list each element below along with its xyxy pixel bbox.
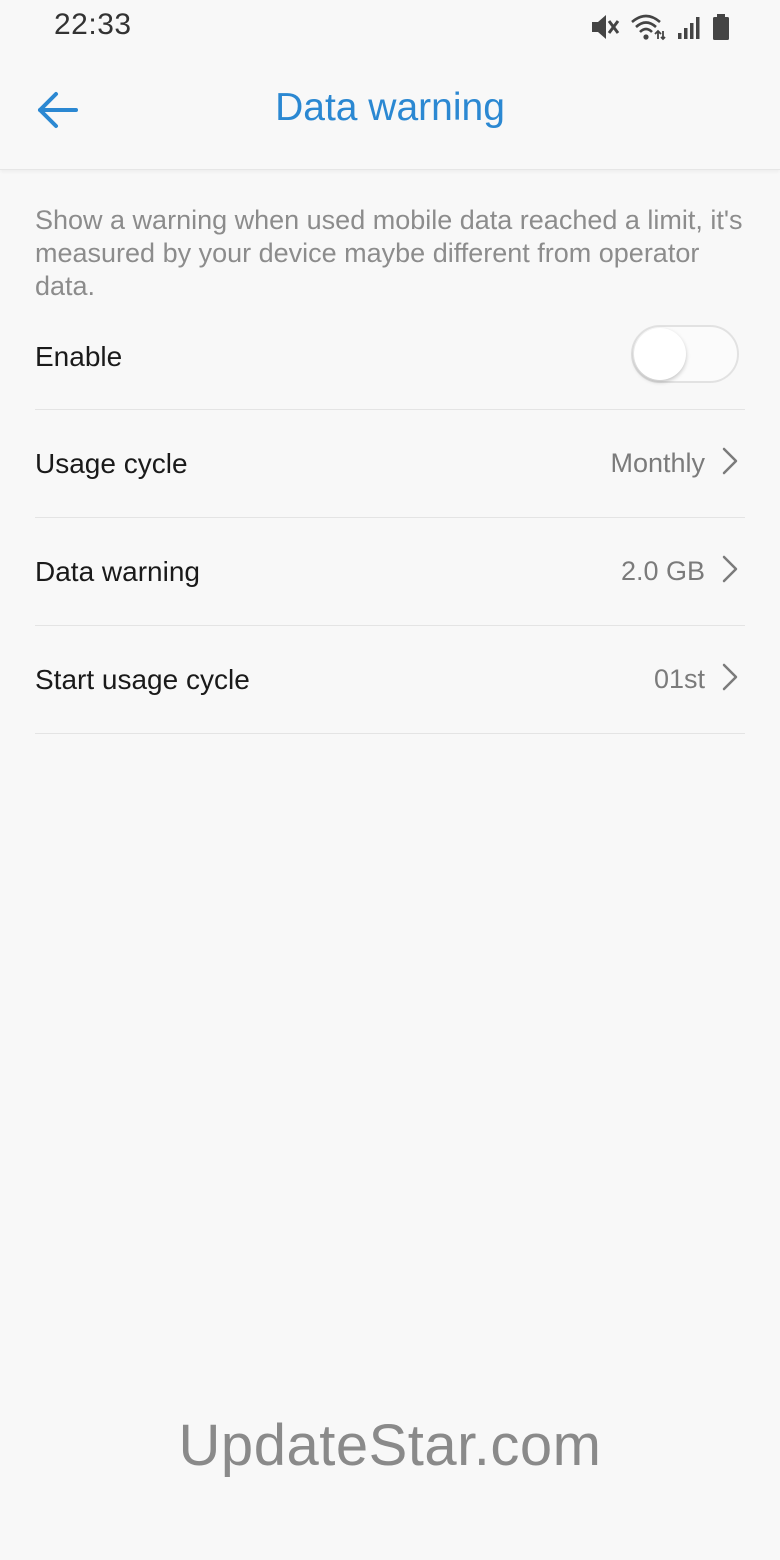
usage-cycle-row[interactable]: Usage cycle Monthly: [35, 410, 745, 518]
watermark-text: UpdateStar.com: [178, 1413, 602, 1478]
wifi-icon: [630, 13, 666, 41]
toggle-knob: [634, 328, 686, 380]
chevron-right-icon: [721, 446, 739, 481]
start-usage-cycle-label: Start usage cycle: [35, 663, 250, 695]
status-bar: 22:33: [0, 0, 780, 54]
data-warning-value-group: 2.0 GB: [621, 518, 739, 625]
screen: 22:33 Data warning Show a warning when u…: [0, 0, 780, 1560]
start-usage-cycle-value: 01st: [653, 664, 705, 694]
battery-icon: [712, 13, 730, 41]
mute-icon: [590, 13, 620, 41]
data-warning-value: 2.0 GB: [620, 556, 705, 586]
app-bar: Data warning: [0, 54, 780, 170]
chevron-right-icon: [721, 554, 739, 589]
signal-icon: [676, 14, 702, 40]
usage-cycle-value-group: Monthly: [610, 410, 739, 517]
page-title: Data warning: [275, 86, 505, 129]
start-usage-cycle-row[interactable]: Start usage cycle 01st: [35, 626, 745, 734]
start-usage-cycle-value-group: 01st: [654, 626, 739, 733]
data-warning-row[interactable]: Data warning 2.0 GB: [35, 518, 745, 626]
chevron-right-icon: [721, 662, 739, 697]
settings-content: Show a warning when used mobile data rea…: [35, 204, 745, 734]
usage-cycle-label: Usage cycle: [35, 447, 188, 479]
description-text: Show a warning when used mobile data rea…: [35, 205, 743, 301]
enable-toggle[interactable]: [631, 325, 739, 383]
data-warning-label: Data warning: [35, 555, 200, 587]
usage-cycle-value: Monthly: [610, 448, 705, 478]
enable-row[interactable]: Enable: [35, 305, 745, 410]
status-icons: [590, 12, 730, 42]
status-time: 22:33: [54, 8, 132, 41]
enable-label: Enable: [35, 341, 123, 372]
